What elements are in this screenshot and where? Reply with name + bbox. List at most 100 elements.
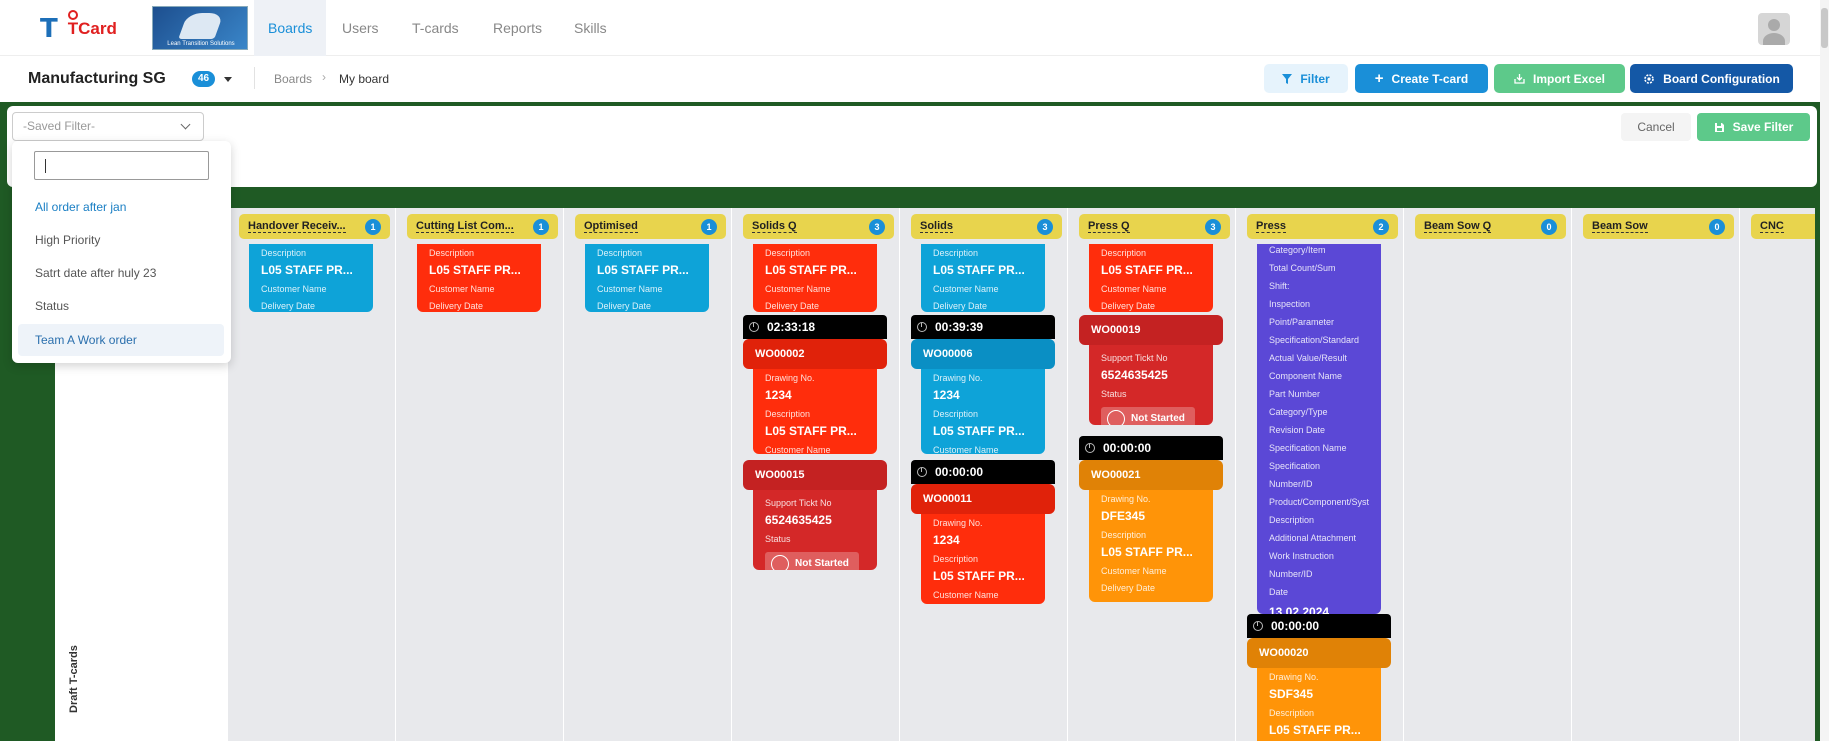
column-optimised: Optimised 1 Description L05 STAFF PR... C… <box>564 208 731 741</box>
tcard-id[interactable]: WO00021 <box>1079 460 1223 490</box>
tcard[interactable]: Description L05 STAFF PR... Customer Nam… <box>249 244 373 312</box>
column-header[interactable]: Optimised 1 <box>575 214 726 239</box>
filter-option[interactable]: Status <box>18 290 224 322</box>
column-header[interactable]: Cutting List Com... 1 <box>407 214 558 239</box>
filter-option[interactable]: All order after jan <box>18 191 224 223</box>
saved-filter-dropdown: All order after jan High Priority Satrt … <box>12 141 231 363</box>
tab-skills[interactable]: Skills <box>560 0 621 56</box>
column-title: Solids Q <box>752 220 797 233</box>
user-avatar[interactable] <box>1758 13 1790 45</box>
import-excel-button[interactable]: Import Excel <box>1494 64 1625 93</box>
board-title[interactable]: Manufacturing SG <box>28 70 166 88</box>
column-header[interactable]: Handover Receiv... 1 <box>239 214 390 239</box>
field-label: Total Count/Sum <box>1269 263 1336 273</box>
company-caption: Lean Transition Solutions <box>167 41 235 47</box>
field-value: DFE345 <box>1101 509 1146 523</box>
clock-icon <box>917 467 927 477</box>
timer-value: 00:39:39 <box>935 320 984 334</box>
tcard[interactable]: Description L05 STAFF PR... Customer Nam… <box>921 244 1045 312</box>
tcard[interactable]: Description L05 STAFF PR... Customer Nam… <box>753 244 877 312</box>
tcard-id[interactable]: WO00006 <box>911 339 1055 369</box>
tcard[interactable]: Description L05 STAFF PR... Customer Nam… <box>585 244 709 312</box>
clock-icon <box>749 322 759 332</box>
page-scrollbar[interactable] <box>1820 0 1829 741</box>
filter-option[interactable]: Team A Work order <box>18 324 224 356</box>
field-label: Customer Name <box>597 284 663 294</box>
field-value: 1234 <box>765 388 792 402</box>
field-label: Support Tickt No <box>1101 353 1168 363</box>
tcard-id[interactable]: WO00020 <box>1247 638 1391 668</box>
field-label: Description <box>765 248 811 258</box>
tcard-logo[interactable]: T TCard <box>40 10 117 44</box>
tcard-id[interactable]: WO00011 <box>911 484 1055 514</box>
field-label: Description <box>1269 708 1315 718</box>
tab-users[interactable]: Users <box>328 0 393 56</box>
field-label: Delivery Date <box>1101 301 1156 311</box>
create-tcard-button[interactable]: + Create T-card <box>1355 64 1488 93</box>
timer-value: 00:00:00 <box>1103 441 1152 455</box>
save-filter-button[interactable]: Save Filter <box>1697 113 1810 141</box>
column-header[interactable]: Solids 3 <box>911 214 1062 239</box>
field-value: L05 STAFF PR... <box>597 263 689 277</box>
tcard-timer: 00:00:00 <box>1079 436 1223 460</box>
column-header[interactable]: CNC <box>1751 214 1815 239</box>
field-label: Customer Name <box>933 590 999 600</box>
field-value: L05 STAFF PR... <box>1269 723 1361 737</box>
field-label: Number/ID <box>1269 479 1313 489</box>
column-count: 2 <box>1373 219 1389 235</box>
field-label: Description <box>933 409 979 419</box>
status-badge: Not Started <box>765 552 859 570</box>
logo-t-icon: T <box>40 10 78 44</box>
column-header[interactable]: Press Q 3 <box>1079 214 1230 239</box>
field-label: Delivery Date <box>429 301 484 311</box>
field-label: Description <box>1101 530 1147 540</box>
runner-icon <box>178 13 224 39</box>
scrollbar-thumb[interactable] <box>1821 8 1828 48</box>
column-header[interactable]: Beam Sow 0 <box>1583 214 1734 239</box>
tab-boards[interactable]: Boards <box>254 0 327 56</box>
tcard[interactable]: Description L05 STAFF PR... Customer Nam… <box>1089 244 1213 312</box>
field-label: Customer Name <box>765 284 831 294</box>
timer-value: 00:00:00 <box>1271 619 1320 633</box>
breadcrumb-separator-icon: › <box>322 70 326 84</box>
field-value: L05 STAFF PR... <box>261 263 353 277</box>
column-header[interactable]: Solids Q 3 <box>743 214 894 239</box>
status-circle-icon <box>1107 410 1125 425</box>
filter-option[interactable]: Satrt date after huly 23 <box>18 257 224 289</box>
filter-option[interactable]: High Priority <box>18 224 224 256</box>
tcard[interactable]: Category/Item Total Count/Sum Shift: Inspec… <box>1257 244 1381 614</box>
divider <box>254 67 255 89</box>
create-label: Create T-card <box>1391 71 1469 86</box>
field-value: SDF345 <box>1269 687 1314 701</box>
column-title: Optimised <box>584 220 638 233</box>
breadcrumb-boards[interactable]: Boards <box>274 72 312 86</box>
column-handover: Handover Receiv... 1 Description L05 STAF… <box>228 208 395 741</box>
field-label: Description <box>1101 248 1147 258</box>
board-count-badge: 46 <box>192 71 216 87</box>
field-label: Delivery Date <box>261 301 316 311</box>
column-title: CNC <box>1760 220 1784 233</box>
field-label: Actual Value/Result <box>1269 353 1347 363</box>
column-header[interactable]: Beam Sow Q 0 <box>1415 214 1566 239</box>
tcard-id[interactable]: WO00015 <box>743 460 887 490</box>
tcard-id[interactable]: WO00019 <box>1079 315 1223 345</box>
tcard-id[interactable]: WO00002 <box>743 339 887 369</box>
field-value: L05 STAFF PR... <box>765 263 857 277</box>
company-logo: Lean Transition Solutions <box>152 6 248 50</box>
cancel-button[interactable]: Cancel <box>1621 113 1691 141</box>
field-label: Description <box>933 554 979 564</box>
column-header[interactable]: Press 2 <box>1247 214 1398 239</box>
saved-filter-select[interactable]: -Saved Filter- <box>12 112 204 141</box>
filter-search-input[interactable] <box>34 151 209 180</box>
tab-reports[interactable]: Reports <box>479 0 556 56</box>
filter-button[interactable]: Filter <box>1264 64 1348 93</box>
tab-tcards[interactable]: T-cards <box>398 0 473 56</box>
board-configuration-button[interactable]: Board Configuration <box>1630 64 1793 93</box>
field-label: Delivery Date <box>597 301 652 311</box>
board-toolbar: Manufacturing SG 46 Boards › My board Fi… <box>0 56 1829 102</box>
chevron-down-icon[interactable] <box>224 77 232 82</box>
tcard[interactable]: Description L05 STAFF PR... Customer Nam… <box>417 244 541 312</box>
field-label: Specification/Standard <box>1269 335 1360 345</box>
plus-icon: + <box>1374 70 1384 87</box>
timer-value: 02:33:18 <box>767 320 816 334</box>
